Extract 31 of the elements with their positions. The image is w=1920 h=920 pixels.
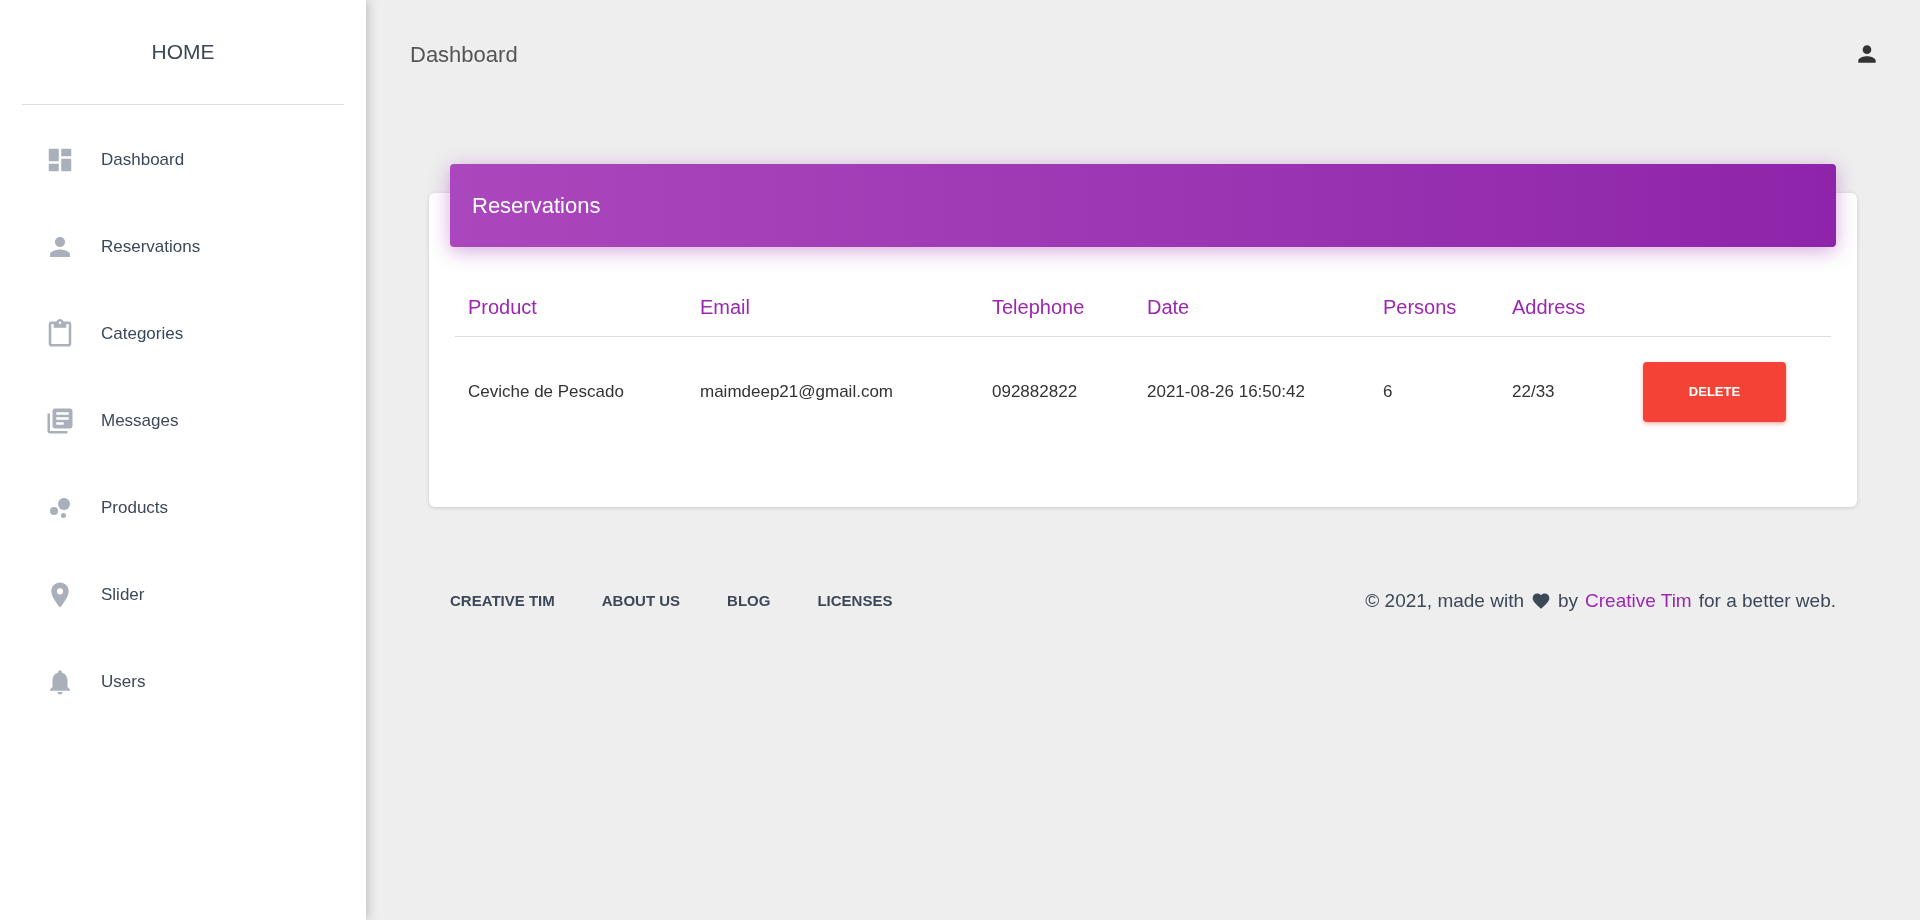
table-cell-text: 092882822 bbox=[992, 381, 1079, 404]
delete-button[interactable]: DELETE bbox=[1643, 362, 1786, 422]
column-header: Telephone bbox=[992, 294, 1086, 320]
sidebar-item[interactable]: Messages bbox=[30, 391, 336, 450]
footer-link[interactable]: LICENSES bbox=[817, 590, 893, 613]
sidebar-title: HOME bbox=[151, 39, 215, 66]
table-cell-text: 2021-08-26 16:50:42 bbox=[1147, 381, 1306, 404]
table-cell-text: maimdeep21@gmail.com bbox=[700, 381, 894, 404]
sidebar-item[interactable]: Products bbox=[30, 478, 336, 537]
table-cell-text: 22/33 bbox=[1512, 381, 1556, 404]
sidebar-item[interactable]: Users bbox=[30, 652, 336, 711]
column-header: Product bbox=[468, 294, 538, 320]
sidebar-item[interactable]: Reservations bbox=[30, 217, 336, 276]
credit-text: for a better web. bbox=[1698, 589, 1836, 613]
sidebar-item[interactable]: Dashboard bbox=[30, 130, 336, 189]
credit-link[interactable]: Creative Tim bbox=[1585, 587, 1692, 616]
page-title: Dashboard bbox=[410, 40, 518, 69]
column-header: Address bbox=[1512, 294, 1587, 320]
footer-link[interactable]: ABOUT US bbox=[601, 590, 681, 613]
column-header: Persons bbox=[1383, 294, 1458, 320]
footer-link[interactable]: BLOG bbox=[727, 590, 771, 613]
footer-link[interactable]: CREATIVE TIM bbox=[450, 590, 555, 613]
column-header: Email bbox=[700, 294, 751, 320]
credit-text: © 2021, made with bbox=[1365, 589, 1524, 613]
credit-text: by bbox=[1558, 589, 1579, 613]
sidebar-item[interactable]: Slider bbox=[30, 565, 336, 624]
card-title: Reservations bbox=[472, 192, 601, 220]
table-cell-text: 6 bbox=[1383, 381, 1394, 404]
sidebar-item[interactable]: Categories bbox=[30, 304, 336, 363]
column-header: Date bbox=[1147, 294, 1191, 320]
table-cell-text: Ceviche de Pescado bbox=[468, 381, 625, 404]
